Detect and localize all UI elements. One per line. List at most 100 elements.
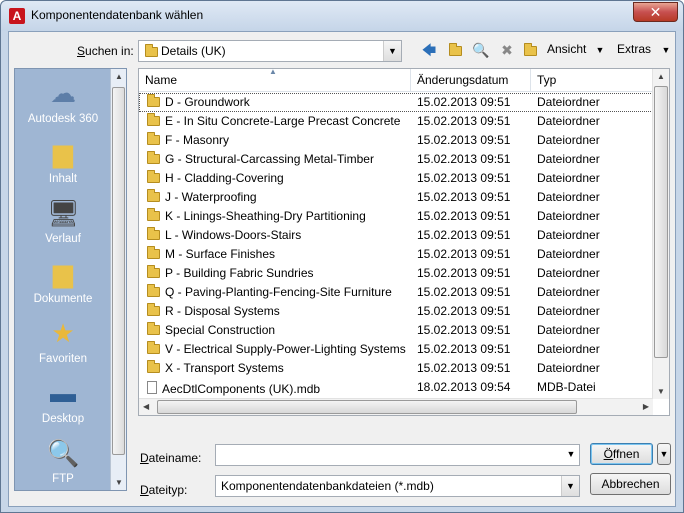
scroll-right-icon[interactable]: ▶ [643,402,649,411]
header-divider [139,91,653,92]
table-row[interactable]: Q - Paving-Planting-Fencing-Site Furnitu… [139,283,653,302]
cell-type: Dateiordner [537,228,600,242]
new-folder-icon[interactable] [520,40,540,60]
view-menu-button[interactable]: Ansicht [547,42,586,56]
cell-name: Q - Paving-Planting-Fencing-Site Furnitu… [147,284,392,299]
chevron-down-icon[interactable]: ▼ [562,444,580,464]
search-web-icon[interactable]: 🔍 [471,40,491,60]
cell-date: 15.02.2013 09:51 [417,266,511,280]
folder-icon [147,246,160,259]
folder-icon [147,151,160,164]
table-row[interactable]: K - Linings-Sheathing-Dry Partitioning 15… [139,207,653,226]
open-options-dropdown[interactable]: ▼ [657,443,671,465]
folder-icon [147,303,160,316]
place-content[interactable]: ▆ Inhalt [15,137,111,185]
back-arrow-icon[interactable]: 🡄 [419,40,439,60]
column-header-name[interactable]: Name ▲ [139,67,411,91]
places-scrollbar[interactable]: ▲ ▼ [110,69,126,490]
place-history[interactable]: 🖥 Verlauf [15,197,111,245]
cell-date: 15.02.2013 09:51 [417,304,511,318]
cell-type: Dateiordner [537,323,600,337]
table-row[interactable]: J - Waterproofing 15.02.2013 09:51 Dateior… [139,188,653,207]
cell-type: Dateiordner [537,171,600,185]
chevron-down-icon[interactable]: ▼ [383,41,401,61]
folder-icon [147,227,160,240]
table-row[interactable]: P - Building Fabric Sundries 15.02.2013 0… [139,264,653,283]
title-bar[interactable]: A Komponentendatenbank wählen ✕ [1,1,683,31]
cloud-icon: ☁ [50,78,76,108]
cell-name: P - Building Fabric Sundries [147,265,314,280]
table-row[interactable]: D - Groundwork 15.02.2013 09:51 Dateiordne… [139,93,653,112]
place-documents[interactable]: ▆ Dokumente [15,257,111,305]
list-horizontal-scrollbar[interactable]: ◀ ▶ [139,398,653,415]
table-row[interactable]: Special Construction 15.02.2013 09:51 Date… [139,321,653,340]
look-in-combo[interactable]: Details (UK) ▼ [138,40,402,62]
scroll-up-icon[interactable]: ▲ [115,72,123,81]
cell-type: Dateiordner [537,361,600,375]
table-row[interactable]: F - Masonry 15.02.2013 09:51 Dateiordner [139,131,653,150]
cell-date: 15.02.2013 09:51 [417,209,511,223]
filetype-value: Komponentendatenbankdateien (*.mdb) [221,479,434,493]
cell-name: X - Transport Systems [147,360,284,375]
file-icon [147,381,157,394]
cell-date: 15.02.2013 09:51 [417,342,511,356]
table-row[interactable]: X - Transport Systems 15.02.2013 09:51 Dat… [139,359,653,378]
chevron-down-icon[interactable]: ▼ [561,476,579,496]
folder-icon [147,360,160,373]
cell-name: H - Cladding-Covering [147,170,284,185]
cell-name: D - Groundwork [147,94,250,109]
column-header-type[interactable]: Typ [531,69,653,91]
filetype-combo[interactable]: Komponentendatenbankdateien (*.mdb) ▼ [215,475,580,497]
place-desktop[interactable]: ▬ Desktop [15,377,111,425]
cell-type: Dateiordner [537,304,600,318]
filename-input[interactable] [215,444,580,466]
close-button[interactable]: ✕ [633,2,678,22]
places-scroll-thumb[interactable] [112,87,125,455]
table-row[interactable]: R - Disposal Systems 15.02.2013 09:51 Date… [139,302,653,321]
filename-dropdown[interactable]: ▼ [560,444,580,466]
cell-date: 15.02.2013 09:51 [417,361,511,375]
sort-ascending-icon: ▲ [269,67,277,76]
table-row[interactable]: H - Cladding-Covering 15.02.2013 09:51 Dat… [139,169,653,188]
scroll-down-icon[interactable]: ▼ [115,478,123,487]
table-row[interactable]: M - Surface Finishes 15.02.2013 09:51 Date… [139,245,653,264]
cell-name: AecDtlComponents (UK).mdb [147,380,320,396]
scroll-down-icon[interactable]: ▼ [657,387,665,396]
up-folder-icon[interactable] [445,40,465,60]
look-in-value: Details (UK) [161,44,226,58]
table-row[interactable]: AecDtlComponents (UK).mdb 18.02.2013 09:5… [139,378,653,397]
cell-name: V - Electrical Supply-Power-Lighting Sys… [147,341,406,356]
list-vertical-scrollbar[interactable]: ▲ ▼ [652,69,669,399]
cell-type: Dateiordner [537,266,600,280]
open-button[interactable]: Öffnen [590,443,653,465]
list-vscroll-thumb[interactable] [654,86,668,358]
folder-icon [145,44,158,57]
place-autodesk-360[interactable]: ☁ Autodesk 360 [15,77,111,125]
tools-dropdown-icon[interactable]: ▼ [659,40,673,60]
window-title: Komponentendatenbank wählen [31,8,204,22]
cancel-button[interactable]: Abbrechen [590,473,671,495]
folder-icon [147,132,160,145]
cell-date: 15.02.2013 09:51 [417,323,511,337]
file-list[interactable]: Name ▲ Änderungsdatum Typ D - Groundwork… [138,67,670,416]
table-row[interactable]: G - Structural-Carcassing Metal-Timber 15… [139,150,653,169]
list-hscroll-thumb[interactable] [157,400,577,414]
view-dropdown-icon[interactable]: ▼ [593,40,607,60]
place-favorites[interactable]: ★ Favoriten [15,317,111,365]
table-row[interactable]: E - In Situ Concrete-Large Precast Concr… [139,112,653,131]
table-row[interactable]: V - Electrical Supply-Power-Lighting Sys… [139,340,653,359]
place-ftp[interactable]: 🔍 FTP [15,437,111,485]
cell-type: Dateiordner [537,342,600,356]
table-row[interactable]: L - Windows-Doors-Stairs 15.02.2013 09:51… [139,226,653,245]
scroll-up-icon[interactable]: ▲ [657,72,665,81]
delete-icon[interactable]: ✖ [497,40,517,60]
scroll-left-icon[interactable]: ◀ [143,402,149,411]
documents-icon: ▆ [53,258,73,288]
folder-icon [147,322,160,335]
folder-icon [147,265,160,278]
tools-menu-button[interactable]: Extras [617,42,651,56]
cell-type: MDB-Datei [537,380,596,394]
cell-type: Dateiordner [537,133,600,147]
column-header-date[interactable]: Änderungsdatum [411,69,531,91]
cell-type: Dateiordner [537,247,600,261]
